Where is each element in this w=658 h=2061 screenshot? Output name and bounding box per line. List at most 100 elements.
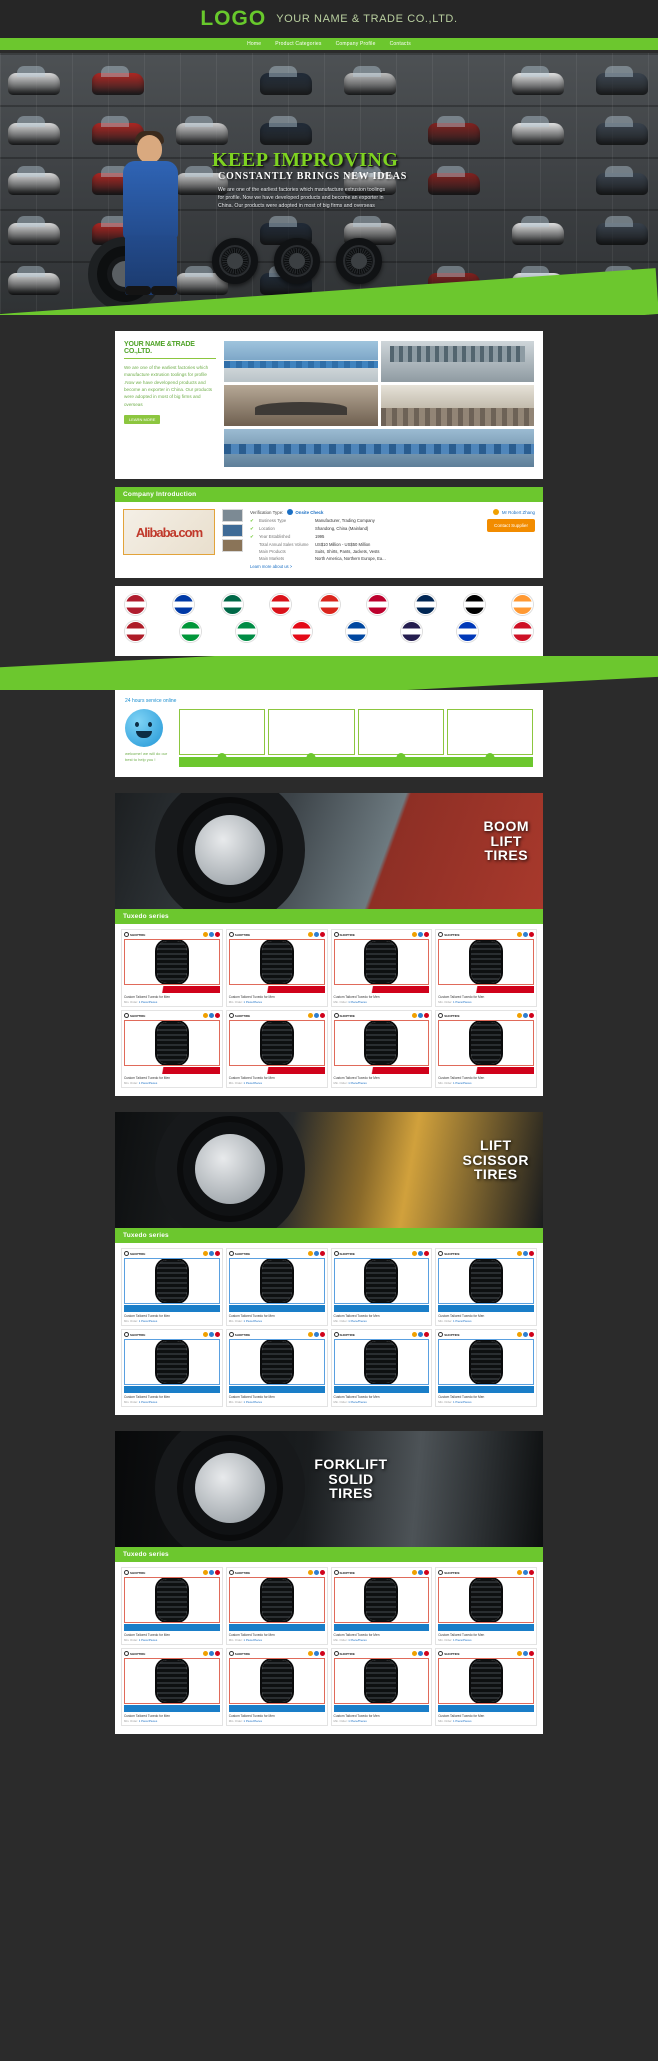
about-learn-more-button[interactable]: LEARN MORE [124,415,161,425]
country-flag-icon[interactable] [180,621,202,642]
main-navigation[interactable]: Home Product Categories Company Profile Con… [0,38,658,50]
product-name[interactable]: Custom Tailored Tuxedo for Men [124,995,220,999]
product-image[interactable] [124,1658,220,1704]
country-flag-icon[interactable] [173,594,195,615]
product-card[interactable]: SHOPTIRE Custom Tailored Tuxedo for Men Mi… [330,929,433,1007]
product-image[interactable] [333,1339,430,1385]
product-image[interactable] [228,939,325,985]
product-card[interactable]: SHOPTIRE Custom Tailored Tuxedo for Men Mi… [121,1567,223,1645]
product-card[interactable]: SHOPTIRE Custom Tailored Tuxedo for Men Mi… [330,1329,433,1407]
product-name[interactable]: Custom Tailored Tuxedo for Men [229,1395,325,1399]
product-image[interactable] [333,1577,430,1623]
product-name[interactable]: Custom Tailored Tuxedo for Men [229,1314,325,1318]
product-image[interactable] [438,1658,534,1704]
product-name[interactable]: Custom Tailored Tuxedo for Men [124,1633,220,1637]
product-image[interactable] [333,939,430,985]
nav-item-home[interactable]: Home [247,41,261,47]
product-card[interactable]: SHOPTIRE Custom Tailored Tuxedo for Men Mi… [225,1010,328,1088]
hero-tire-thumb-2[interactable] [274,238,320,284]
product-image[interactable] [124,1258,220,1304]
hero-tire-thumb-1[interactable] [212,238,258,284]
nav-item-product-categories[interactable]: Product Categories [275,41,321,47]
product-image[interactable] [438,1258,534,1304]
country-flag-icon[interactable] [463,594,485,615]
nav-item-contacts[interactable]: Contacts [390,41,411,47]
product-name[interactable]: Custom Tailored Tuxedo for Men [229,1076,325,1080]
product-image[interactable] [333,1258,430,1304]
product-image[interactable] [438,1339,534,1385]
product-image[interactable] [124,1339,220,1385]
product-card[interactable]: SHOPTIRE Custom Tailored Tuxedo for Men Mi… [225,1648,328,1726]
country-flag-icon[interactable] [366,594,388,615]
product-card[interactable]: SHOPTIRE Custom Tailored Tuxedo for Men Mi… [330,1648,433,1726]
product-image[interactable] [228,1020,325,1066]
supplier-contact-person[interactable]: Mr Robert Zhang [492,509,535,515]
product-image[interactable] [333,1020,430,1066]
product-card[interactable]: SHOPTIRE Custom Tailored Tuxedo for Men Mi… [435,1329,537,1407]
product-image[interactable] [438,1577,534,1623]
product-image[interactable] [228,1258,325,1304]
onsite-check-badge[interactable]: Onsite Check [287,509,323,515]
company-thumbnail-list[interactable] [222,509,243,569]
product-name[interactable]: Custom Tailored Tuxedo for Men [124,1714,220,1718]
product-name[interactable]: Custom Tailored Tuxedo for Men [334,1395,430,1399]
country-flag-icon[interactable] [415,594,437,615]
product-name[interactable]: Custom Tailored Tuxedo for Men [229,1714,325,1718]
product-card[interactable]: SHOPTIRE Custom Tailored Tuxedo for Men Mi… [121,1248,223,1326]
product-name[interactable]: Custom Tailored Tuxedo for Men [124,1314,220,1318]
product-card[interactable]: SHOPTIRE Custom Tailored Tuxedo for Men Mi… [225,1567,328,1645]
product-card[interactable]: SHOPTIRE Custom Tailored Tuxedo for Men Mi… [435,1248,537,1326]
product-image[interactable] [438,1020,534,1066]
country-flag-icon[interactable] [456,621,478,642]
product-image[interactable] [124,1020,220,1066]
service-contact-box[interactable] [357,709,444,755]
product-image[interactable] [228,1339,325,1385]
country-flag-icon[interactable] [401,621,423,642]
product-card[interactable]: SHOPTIRE Custom Tailored Tuxedo for Men Mi… [330,1010,433,1088]
site-logo[interactable]: LOGO [200,7,266,31]
product-card[interactable]: SHOPTIRE Custom Tailored Tuxedo for Men Mi… [435,1648,537,1726]
product-card[interactable]: SHOPTIRE Custom Tailored Tuxedo for Men Mi… [330,1248,433,1326]
product-name[interactable]: Custom Tailored Tuxedo for Men [438,1076,534,1080]
country-flag-icon[interactable] [318,594,340,615]
country-flag-icon[interactable] [221,594,243,615]
product-name[interactable]: Custom Tailored Tuxedo for Men [334,1714,430,1718]
product-card[interactable]: SHOPTIRE Custom Tailored Tuxedo for Men Mi… [435,1567,537,1645]
product-name[interactable]: Custom Tailored Tuxedo for Men [124,1076,220,1080]
product-image[interactable] [438,939,534,985]
product-name[interactable]: Custom Tailored Tuxedo for Men [229,995,325,999]
product-name[interactable]: Custom Tailored Tuxedo for Men [334,995,430,999]
product-image[interactable] [124,1577,220,1623]
service-contact-box[interactable] [446,709,533,755]
country-flag-icon[interactable] [125,594,146,615]
product-name[interactable]: Custom Tailored Tuxedo for Men [438,1314,534,1318]
product-image[interactable] [333,1658,430,1704]
product-name[interactable]: Custom Tailored Tuxedo for Men [438,1395,534,1399]
product-card[interactable]: SHOPTIRE Custom Tailored Tuxedo for Men Mi… [121,1648,223,1726]
company-thumb-2[interactable] [222,524,243,537]
product-name[interactable]: Custom Tailored Tuxedo for Men [334,1314,430,1318]
product-card[interactable]: SHOPTIRE Custom Tailored Tuxedo for Men Mi… [330,1567,433,1645]
company-thumb-3[interactable] [222,539,243,552]
product-card[interactable]: SHOPTIRE Custom Tailored Tuxedo for Men Mi… [435,1010,537,1088]
product-name[interactable]: Custom Tailored Tuxedo for Men [334,1633,430,1637]
contact-supplier-button[interactable]: Contact Supplier [487,519,535,532]
product-card[interactable]: SHOPTIRE Custom Tailored Tuxedo for Men Mi… [225,1329,328,1407]
product-card[interactable]: SHOPTIRE Custom Tailored Tuxedo for Men Mi… [435,929,537,1007]
service-contact-box[interactable] [179,709,266,755]
nav-item-company-profile[interactable]: Company Profile [336,41,376,47]
country-flag-icon[interactable] [270,594,292,615]
product-card[interactable]: SHOPTIRE Custom Tailored Tuxedo for Men Mi… [225,929,328,1007]
product-name[interactable]: Custom Tailored Tuxedo for Men [334,1076,430,1080]
product-card[interactable]: SHOPTIRE Custom Tailored Tuxedo for Men Mi… [121,929,223,1007]
product-name[interactable]: Custom Tailored Tuxedo for Men [438,1714,534,1718]
product-name[interactable]: Custom Tailored Tuxedo for Men [438,995,534,999]
product-card[interactable]: SHOPTIRE Custom Tailored Tuxedo for Men Mi… [225,1248,328,1326]
company-thumb-1[interactable] [222,509,243,522]
intro-learn-more-link[interactable]: Learn more about us > [250,564,458,569]
country-flag-icon[interactable] [125,621,146,642]
country-flag-icon[interactable] [290,621,312,642]
hero-tire-thumb-3[interactable] [336,238,382,284]
product-card[interactable]: SHOPTIRE Custom Tailored Tuxedo for Men Mi… [121,1010,223,1088]
country-flag-icon[interactable] [511,621,533,642]
